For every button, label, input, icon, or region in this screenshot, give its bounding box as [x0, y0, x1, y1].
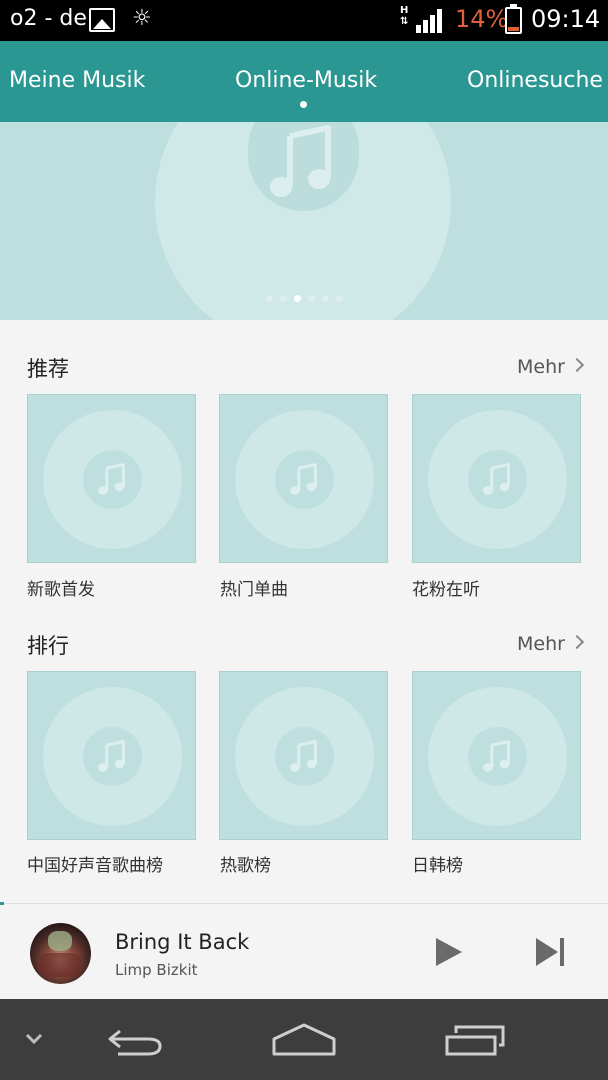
music-note-icon	[290, 740, 317, 772]
nav-recents-button[interactable]	[444, 999, 506, 1080]
music-note-icon	[98, 463, 125, 495]
tab-meine-musik[interactable]: Meine Musik	[9, 68, 145, 93]
battery-icon	[505, 4, 522, 34]
album-tile-voice-of-china[interactable]	[27, 671, 196, 840]
page-dot	[308, 295, 315, 302]
page-dot	[266, 295, 273, 302]
section-title-charts: 排行	[27, 634, 69, 658]
section-title-recommended: 推荐	[27, 357, 69, 381]
tile-label[interactable]: 热门单曲	[220, 575, 288, 600]
nav-home-button[interactable]	[271, 999, 337, 1080]
playback-progress-bar	[0, 902, 4, 905]
song-title[interactable]: Bring It Back	[115, 930, 249, 954]
tile-label[interactable]: 中国好声音歌曲榜	[27, 851, 163, 876]
back-arrow-icon[interactable]	[104, 999, 166, 1080]
charts-more-link[interactable]: Mehr	[517, 633, 565, 655]
page-dot-active	[294, 295, 301, 302]
tile-label[interactable]: 日韩榜	[412, 851, 463, 876]
song-artist[interactable]: Limp Bizkit	[115, 961, 198, 979]
carrier-name: o2 - de	[10, 6, 87, 31]
home-icon[interactable]	[271, 999, 337, 1080]
skip-next-icon[interactable]	[532, 932, 568, 972]
signal-icon	[416, 9, 444, 33]
tile-label[interactable]: 花粉在听	[412, 575, 480, 600]
clock: 09:14	[531, 5, 601, 33]
music-note-icon	[483, 740, 510, 772]
album-tile-new-songs[interactable]	[27, 394, 196, 563]
play-icon[interactable]	[430, 932, 466, 972]
tile-label[interactable]: 热歌榜	[220, 851, 271, 876]
nav-hide-button[interactable]	[20, 999, 50, 1080]
nav-back-button[interactable]	[104, 999, 166, 1080]
status-bar: o2 - de ☼ H ⇅ 14% 09:14	[0, 0, 608, 41]
mini-player[interactable]: Bring It Back Limp Bizkit	[0, 902, 608, 999]
page-dot	[322, 295, 329, 302]
tab-onlinesuche[interactable]: Onlinesuche	[467, 68, 603, 93]
network-type: H ⇅	[400, 5, 409, 27]
music-note-icon	[483, 463, 510, 495]
page-dot	[336, 295, 343, 302]
recommended-more-link[interactable]: Mehr	[517, 356, 565, 378]
album-tile-fans-listening[interactable]	[412, 394, 581, 563]
carousel-page-indicator	[266, 295, 346, 303]
album-art[interactable]	[30, 923, 91, 984]
music-note-icon	[270, 125, 331, 197]
tab-bar: Meine Musik Online-Musik Onlinesuche	[0, 41, 608, 122]
chevron-right-icon[interactable]	[569, 634, 585, 650]
system-nav-bar	[0, 999, 608, 1080]
gallery-icon	[89, 8, 115, 32]
recent-apps-icon[interactable]	[444, 999, 506, 1080]
album-tile-jp-kr[interactable]	[412, 671, 581, 840]
tile-label[interactable]: 新歌首发	[27, 575, 95, 600]
chevron-down-icon[interactable]	[20, 999, 50, 1080]
brightness-icon: ☼	[132, 6, 152, 31]
music-note-icon	[98, 740, 125, 772]
tab-online-musik[interactable]: Online-Musik	[235, 68, 377, 93]
banner-carousel[interactable]	[0, 122, 608, 320]
music-note-icon	[290, 463, 317, 495]
album-tile-hot-songs[interactable]	[219, 671, 388, 840]
active-tab-indicator	[300, 101, 307, 108]
album-tile-hot-singles[interactable]	[219, 394, 388, 563]
battery-percent: 14%	[455, 5, 509, 33]
chevron-right-icon[interactable]	[569, 357, 585, 373]
page-dot	[280, 295, 287, 302]
